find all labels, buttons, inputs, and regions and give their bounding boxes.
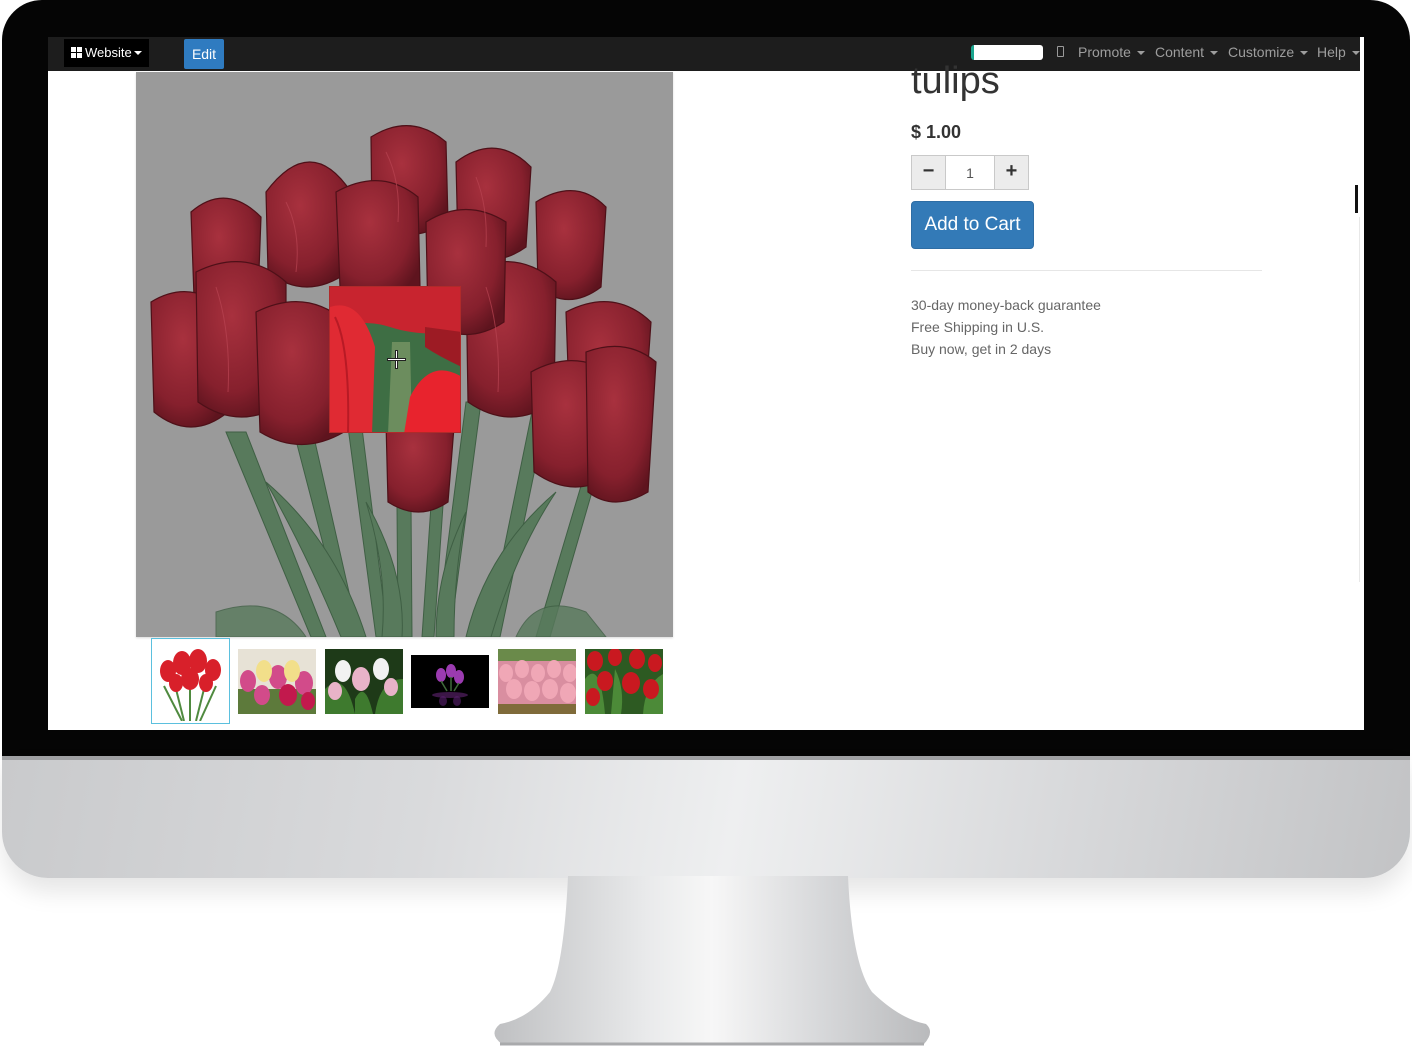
thumbnail-white-pink-tulips[interactable] [325,649,403,714]
quantity-increase-button[interactable]: + [994,155,1029,190]
customize-menu[interactable]: Customize [1228,37,1309,71]
browser-screen: Website Edit Promote Content Customize H… [48,37,1364,730]
monitor-stand [494,876,931,1046]
chevron-down-icon [1136,51,1145,55]
quantity-stepper: − + [911,155,1030,190]
thumbnail-red-tulips[interactable] [151,638,230,724]
apps-grid-icon [71,47,82,58]
thumbnail-purple-tulip[interactable] [411,655,489,708]
pink-yellow-tulips-thumbnail [238,649,316,714]
product-price: $ 1.00 [911,122,962,142]
add-to-cart-button[interactable]: Add to Cart [911,201,1034,249]
chevron-down-icon [133,51,142,55]
white-pink-tulips-thumbnail [325,649,403,714]
product-benefits: 30-day money-back guarantee Free Shippin… [911,294,1101,360]
promote-menu-label: Promote [1078,44,1131,60]
edit-button[interactable]: Edit [184,39,224,69]
purple-tulip-black-thumbnail [411,655,489,708]
product-title: tulips [911,60,1000,102]
monitor-chin [2,756,1410,878]
plus-icon: + [1005,160,1018,182]
red-tulip-field-thumbnail [585,649,663,714]
crosshair-cursor-icon [388,351,405,368]
benefit-money-back: 30-day money-back guarantee [911,297,1101,313]
thumbnail-red-tulip-field[interactable] [585,649,663,714]
help-menu-label: Help [1317,44,1346,60]
thumbnail-pink-yellow-tulips[interactable] [238,649,316,714]
promote-menu[interactable]: Promote [1078,37,1145,71]
quantity-decrease-button[interactable]: − [911,155,946,190]
thumbnail-pink-tulip-field[interactable] [498,649,576,714]
website-menu-label: Website [85,45,132,60]
chevron-down-icon [1351,51,1360,55]
thumbnail-strip [151,638,671,726]
customize-menu-label: Customize [1228,44,1295,60]
website-menu-button[interactable]: Website [64,39,149,67]
benefit-delivery: Buy now, get in 2 days [911,341,1052,357]
navbar-search-input[interactable] [971,45,1043,60]
pink-tulip-field-thumbnail [498,649,576,714]
quantity-input[interactable] [946,155,994,190]
help-menu[interactable]: Help [1317,37,1360,71]
editor-navbar: Website Edit Promote Content Customize H… [48,37,1360,71]
minus-icon: − [922,160,935,182]
page-scrollbar-track [1359,217,1360,582]
content-menu[interactable]: Content [1155,37,1218,71]
mobile-preview-icon[interactable] [1057,46,1064,57]
red-tulip-bouquet-thumbnail [154,641,227,722]
chevron-down-icon [1209,51,1218,55]
content-menu-label: Content [1155,44,1205,60]
zoom-lens[interactable] [329,286,461,433]
product-main-image[interactable] [136,72,673,637]
details-divider [911,270,1262,271]
chevron-down-icon [1300,51,1309,55]
page-scrollbar[interactable] [1355,185,1358,213]
benefit-free-shipping: Free Shipping in U.S. [911,319,1045,335]
